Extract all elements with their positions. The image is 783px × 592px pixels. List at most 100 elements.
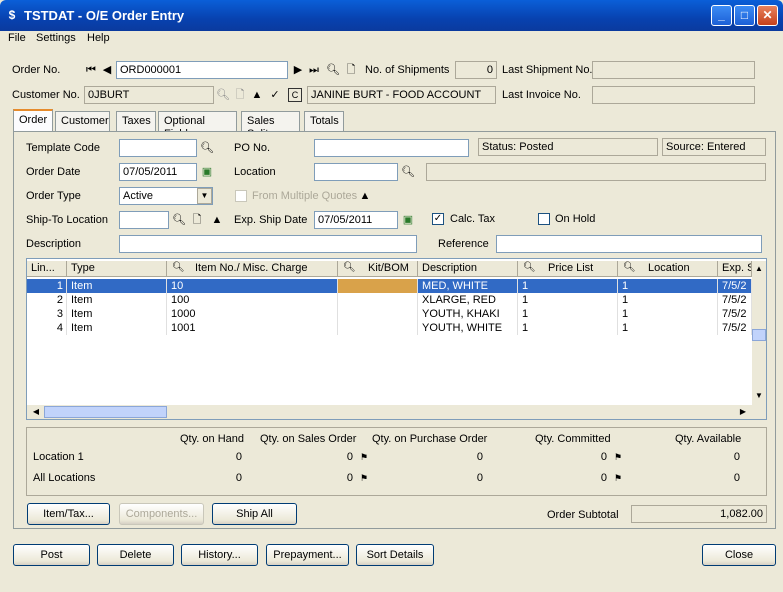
description-cell[interactable]: XLARGE, RED bbox=[418, 293, 518, 307]
type-cell[interactable]: Item bbox=[67, 307, 167, 321]
calendar-icon[interactable]: ▣ bbox=[401, 213, 415, 227]
customer-info-icon[interactable]: C bbox=[288, 88, 302, 102]
finder-icon[interactable]: 🔍︎ bbox=[326, 63, 340, 77]
item-cell[interactable]: 1000 bbox=[167, 307, 338, 321]
on-hold-checkbox[interactable] bbox=[538, 213, 550, 225]
kit-bom-cell[interactable] bbox=[338, 321, 418, 335]
exp-ship-cell[interactable]: 7/5/2 bbox=[718, 321, 752, 335]
table-row[interactable]: 3 Item 1000 YOUTH, KHAKI 1 1 7/5/2 bbox=[27, 307, 752, 321]
post-button[interactable]: Post bbox=[13, 544, 90, 566]
description-cell[interactable]: YOUTH, KHAKI bbox=[418, 307, 518, 321]
location-cell[interactable]: 1 bbox=[618, 279, 718, 293]
first-record-icon[interactable]: ⏮ bbox=[84, 63, 98, 77]
previous-record-icon[interactable]: ◀ bbox=[100, 63, 114, 77]
close-window-button[interactable]: ✕ bbox=[757, 5, 778, 26]
col-type[interactable]: Type bbox=[67, 261, 167, 277]
menu-settings[interactable]: Settings bbox=[36, 32, 76, 44]
menu-help[interactable]: Help bbox=[87, 32, 110, 44]
customer-drilldown-icon[interactable]: ▲ bbox=[250, 88, 264, 102]
drilldown-icon[interactable]: ⚑ bbox=[357, 450, 371, 464]
tab-optional-fields[interactable]: Optional Fields bbox=[158, 111, 237, 140]
location-field[interactable] bbox=[314, 163, 398, 181]
horizontal-scroll-thumb[interactable] bbox=[44, 406, 167, 418]
table-row[interactable]: 1 Item 10 MED, WHITE 1 1 7/5/2 bbox=[27, 279, 752, 293]
table-row[interactable]: 2 Item 100 XLARGE, RED 1 1 7/5/2 bbox=[27, 293, 752, 307]
price-list-cell[interactable]: 1 bbox=[518, 307, 618, 321]
quotes-drilldown-icon[interactable]: ▲ bbox=[358, 189, 372, 203]
next-record-icon[interactable]: ▶ bbox=[291, 63, 305, 77]
ship-to-field[interactable] bbox=[119, 211, 169, 229]
price-list-cell[interactable]: 1 bbox=[518, 279, 618, 293]
scroll-up-icon[interactable]: ▲ bbox=[752, 261, 766, 277]
new-document-icon[interactable]: 🗋 bbox=[344, 63, 358, 77]
credit-check-icon[interactable]: ✓ bbox=[268, 88, 282, 102]
kit-bom-cell[interactable] bbox=[338, 279, 418, 293]
location-finder-icon[interactable]: 🔍︎ bbox=[401, 165, 415, 179]
description-cell[interactable]: MED, WHITE bbox=[418, 279, 518, 293]
menu-file[interactable]: File bbox=[8, 32, 26, 44]
location-cell[interactable]: 1 bbox=[618, 293, 718, 307]
location-cell[interactable]: 1 bbox=[618, 307, 718, 321]
exp-ship-cell[interactable]: 7/5/2 bbox=[718, 279, 752, 293]
minimize-button[interactable]: _ bbox=[711, 5, 732, 26]
ship-to-new-icon[interactable]: 🗋 bbox=[190, 213, 204, 227]
type-cell[interactable]: Item bbox=[67, 279, 167, 293]
vertical-scroll-thumb[interactable] bbox=[752, 329, 766, 341]
kit-bom-cell[interactable] bbox=[338, 293, 418, 307]
ship-to-drilldown-icon[interactable]: ▲ bbox=[210, 213, 224, 227]
drilldown-icon[interactable]: ⚑ bbox=[357, 471, 371, 485]
ship-to-finder-icon[interactable]: 🔍︎ bbox=[172, 213, 186, 227]
description-field[interactable] bbox=[119, 235, 417, 253]
template-finder-icon[interactable]: 🔍︎ bbox=[200, 141, 214, 155]
description-cell[interactable]: YOUTH, WHITE bbox=[418, 321, 518, 335]
col-exp-ship[interactable]: Exp. S bbox=[718, 261, 752, 277]
chevron-down-icon[interactable]: ▼ bbox=[197, 188, 212, 204]
col-line[interactable]: Lin... bbox=[27, 261, 67, 277]
tab-customer[interactable]: Customer bbox=[55, 111, 110, 131]
kit-bom-cell[interactable] bbox=[338, 307, 418, 321]
history-button[interactable]: History... bbox=[181, 544, 258, 566]
tab-sales-split[interactable]: Sales Split bbox=[241, 111, 300, 140]
scroll-left-icon[interactable]: ◀ bbox=[29, 405, 43, 419]
line-cell[interactable]: 4 bbox=[27, 321, 67, 335]
price-list-cell[interactable]: 1 bbox=[518, 321, 618, 335]
line-cell[interactable]: 1 bbox=[27, 279, 67, 293]
location-cell[interactable]: 1 bbox=[618, 321, 718, 335]
price-list-cell[interactable]: 1 bbox=[518, 293, 618, 307]
exp-ship-cell[interactable]: 7/5/2 bbox=[718, 307, 752, 321]
vertical-scrollbar[interactable] bbox=[752, 277, 766, 405]
order-date-field[interactable]: 07/05/2011 bbox=[119, 163, 197, 181]
template-code-field[interactable] bbox=[119, 139, 197, 157]
po-no-field[interactable] bbox=[314, 139, 469, 157]
tab-totals[interactable]: Totals bbox=[304, 111, 344, 131]
drilldown-icon[interactable]: ⚑ bbox=[611, 450, 625, 464]
exp-ship-date-field[interactable]: 07/05/2011 bbox=[314, 211, 398, 229]
item-tax-button[interactable]: Item/Tax... bbox=[27, 503, 110, 525]
last-record-icon[interactable]: ⏭ bbox=[307, 63, 321, 77]
prepayment-button[interactable]: Prepayment... bbox=[266, 544, 349, 566]
ship-all-button[interactable]: Ship All bbox=[212, 503, 297, 525]
tab-taxes[interactable]: Taxes bbox=[116, 111, 156, 131]
scroll-down-icon[interactable]: ▼ bbox=[752, 388, 766, 404]
tab-order[interactable]: Order bbox=[13, 109, 53, 132]
calendar-icon[interactable]: ▣ bbox=[200, 165, 214, 179]
sort-details-button[interactable]: Sort Details bbox=[356, 544, 434, 566]
close-button[interactable]: Close bbox=[702, 544, 776, 566]
col-description[interactable]: Description bbox=[418, 261, 518, 277]
line-cell[interactable]: 2 bbox=[27, 293, 67, 307]
type-cell[interactable]: Item bbox=[67, 321, 167, 335]
scroll-right-icon[interactable]: ▶ bbox=[736, 405, 750, 419]
maximize-button[interactable]: □ bbox=[734, 5, 755, 26]
exp-ship-cell[interactable]: 7/5/2 bbox=[718, 293, 752, 307]
reference-field[interactable] bbox=[496, 235, 762, 253]
delete-button[interactable]: Delete bbox=[97, 544, 174, 566]
type-cell[interactable]: Item bbox=[67, 293, 167, 307]
col-item[interactable]: Item No./ Misc. Charge bbox=[167, 261, 338, 277]
item-cell[interactable]: 10 bbox=[167, 279, 338, 293]
order-no-field[interactable]: ORD000001 bbox=[116, 61, 288, 79]
table-row[interactable]: 4 Item 1001 YOUTH, WHITE 1 1 7/5/2 bbox=[27, 321, 752, 335]
item-cell[interactable]: 100 bbox=[167, 293, 338, 307]
drilldown-icon[interactable]: ⚑ bbox=[611, 471, 625, 485]
detail-grid[interactable]: Lin... Type Item No./ Misc. Charge 🔍︎ Ki… bbox=[26, 258, 767, 420]
calc-tax-checkbox[interactable]: ✓ bbox=[432, 213, 444, 225]
